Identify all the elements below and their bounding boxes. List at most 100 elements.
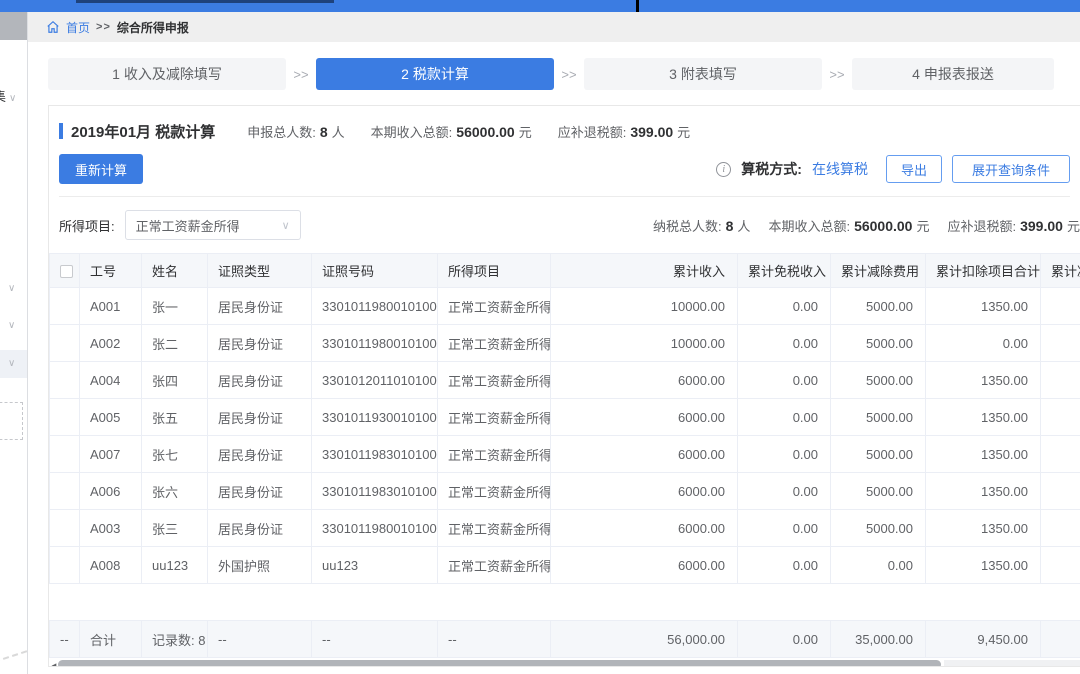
tax-calculation-panel: 2019年01月 税款计算 申报总人数:8人 本期收入总额:56000.00元 … (48, 105, 1080, 667)
cell-cumulative-taxfree-income: 0.00 (738, 325, 831, 362)
breadcrumb: 首页 >> 综合所得申报 (28, 12, 1080, 42)
cell-id-number: 330101198001010054 (312, 510, 438, 547)
breadcrumb-separator: >> (96, 21, 111, 33)
cell-cumulative-income: 6000.00 (551, 399, 738, 436)
cell-id-type: 居民身份证 (208, 399, 312, 436)
step-4-submit-return[interactable]: 4 申报表报送 (852, 58, 1054, 90)
stat-label: 应补退税额: (558, 125, 627, 140)
select-all-checkbox[interactable] (60, 265, 73, 278)
cell-clipped (1041, 399, 1080, 436)
cell-income-item: 正常工资薪金所得 (438, 399, 551, 436)
chevron-down-icon: ∨ (9, 93, 16, 104)
total-cumulative-income: 56,000.00 (551, 621, 738, 658)
col-employee-id: 工号 (80, 254, 142, 288)
chevron-down-icon[interactable]: ∨ (8, 358, 15, 369)
chevron-down-icon: ∨ (282, 219, 290, 232)
cell-cumulative-deduction-total: 1350.00 (926, 547, 1041, 584)
step-separator: >> (286, 67, 316, 82)
col-name: 姓名 (142, 254, 208, 288)
cell-cumulative-deduction-expense: 0.00 (831, 547, 926, 584)
main-content: 1 收入及减除填写 >> 2 税款计算 >> 3 附表填写 >> 4 申报表报送… (28, 42, 1080, 674)
chevron-down-icon[interactable]: ∨ (8, 320, 15, 331)
income-item-selected-value: 正常工资薪金所得 (136, 216, 240, 235)
tax-mode-value-link[interactable]: 在线算税 (812, 159, 868, 179)
stat-value: 56000.00 (456, 124, 514, 140)
row-select-cell (50, 325, 80, 362)
total-cell: -- (208, 621, 312, 658)
table-row[interactable]: A006 张六 居民身份证 330101198301010056 正常工资薪金所… (50, 473, 1080, 510)
stat-label: 本期收入总额: (768, 219, 850, 234)
cell-cumulative-deduction-expense: 5000.00 (831, 510, 926, 547)
expand-query-button[interactable]: 展开查询条件 (952, 155, 1070, 183)
stat-unit: 人 (737, 219, 750, 234)
cell-id-type: 居民身份证 (208, 473, 312, 510)
table-row[interactable]: A001 张一 居民身份证 330101198001010011 正常工资薪金所… (50, 288, 1080, 325)
step-2-tax-calculation[interactable]: 2 税款计算 (316, 58, 554, 90)
cell-cumulative-taxfree-income: 0.00 (738, 547, 831, 584)
scrollbar-track[interactable] (944, 660, 1080, 667)
table-body: A001 张一 居民身份证 330101198001010011 正常工资薪金所… (50, 288, 1080, 584)
top-blue-bar (0, 0, 1080, 12)
table-row[interactable]: A008 uu123 外国护照 uu123 正常工资薪金所得 6000.00 0… (50, 547, 1080, 584)
cell-cumulative-deduction-total: 1350.00 (926, 473, 1041, 510)
cell-cumulative-taxfree-income: 0.00 (738, 510, 831, 547)
step-3-schedules[interactable]: 3 附表填写 (584, 58, 822, 90)
table-row[interactable]: A004 张四 居民身份证 330101201101010056 正常工资薪金所… (50, 362, 1080, 399)
cell-cumulative-deduction-expense: 5000.00 (831, 473, 926, 510)
stat-label: 纳税总人数: (653, 219, 722, 234)
stat-value: 8 (320, 124, 328, 140)
cell-cumulative-income: 6000.00 (551, 547, 738, 584)
table-row[interactable]: A005 张五 居民身份证 330101193001010051 正常工资薪金所… (50, 399, 1080, 436)
row-select-cell (50, 473, 80, 510)
table-row[interactable]: A007 张七 居民身份证 330101198301010072 正常工资薪金所… (50, 436, 1080, 473)
cell-cumulative-taxfree-income: 0.00 (738, 362, 831, 399)
table-row[interactable]: A003 张三 居民身份证 330101198001010054 正常工资薪金所… (50, 510, 1080, 547)
cell-id-number: 330101198001010011 (312, 288, 438, 325)
sidebar-dashed-line (0, 650, 27, 665)
table-row[interactable]: A002 张二 居民身份证 330101198001010038 正常工资薪金所… (50, 325, 1080, 362)
row-select-cell (50, 436, 80, 473)
chevron-down-icon[interactable]: ∨ (8, 283, 15, 294)
cell-name: 张五 (142, 399, 208, 436)
income-item-select[interactable]: 正常工资薪金所得 ∨ (125, 210, 301, 240)
table-footer-gap (49, 584, 1080, 620)
scrollbar-thumb[interactable] (58, 660, 941, 667)
cell-cumulative-deduction-expense: 5000.00 (831, 436, 926, 473)
sidebar-item-clipped[interactable]: 集∨ (0, 86, 27, 105)
cell-clipped (1041, 325, 1080, 362)
export-button[interactable]: 导出 (886, 155, 942, 183)
cell-name: 张七 (142, 436, 208, 473)
cell-id-number: 330101201101010056 (312, 362, 438, 399)
step-wizard: 1 收入及减除填写 >> 2 税款计算 >> 3 附表填写 >> 4 申报表报送 (48, 58, 1054, 90)
cell-id-type: 居民身份证 (208, 288, 312, 325)
total-cell: -- (438, 621, 551, 658)
total-label: 合计 (80, 621, 142, 658)
col-clipped: 累计减 (1041, 254, 1080, 288)
sidebar-item-label: 集 (0, 86, 6, 105)
stat-value: 56000.00 (854, 218, 912, 234)
top-bar-cursor-tick (636, 0, 639, 12)
cell-cumulative-deduction-expense: 5000.00 (831, 362, 926, 399)
cell-cumulative-deduction-total: 1350.00 (926, 288, 1041, 325)
cell-cumulative-deduction-expense: 5000.00 (831, 325, 926, 362)
breadcrumb-home-link[interactable]: 首页 (66, 19, 90, 36)
recalculate-button[interactable]: 重新计算 (59, 154, 143, 184)
stat-label: 应补退税额: (947, 219, 1016, 234)
row-select-cell (50, 399, 80, 436)
cell-income-item: 正常工资薪金所得 (438, 325, 551, 362)
cell-id-type: 外国护照 (208, 547, 312, 584)
horizontal-scrollbar: ◄ (49, 659, 1080, 667)
page-title: 2019年01月 税款计算 (71, 121, 215, 142)
col-id-number: 证照号码 (312, 254, 438, 288)
stat-value: 399.00 (1020, 218, 1063, 234)
total-taxfree-income: 0.00 (738, 621, 831, 658)
scroll-left-arrow-icon[interactable]: ◄ (50, 661, 58, 667)
stat-tax-due: 应补退税额:399.00元 (558, 122, 690, 141)
info-icon[interactable]: i (716, 162, 731, 177)
total-record-count: 记录数: 8 (142, 621, 208, 658)
data-table-wrap: 工号 姓名 证照类型 证照号码 所得项目 累计收入 累计免税收入 累计减除费用 … (49, 253, 1080, 667)
cell-clipped (1041, 547, 1080, 584)
step-1-income-deduction[interactable]: 1 收入及减除填写 (48, 58, 286, 90)
cell-cumulative-deduction-total: 1350.00 (926, 362, 1041, 399)
select-all-cell (50, 254, 80, 288)
